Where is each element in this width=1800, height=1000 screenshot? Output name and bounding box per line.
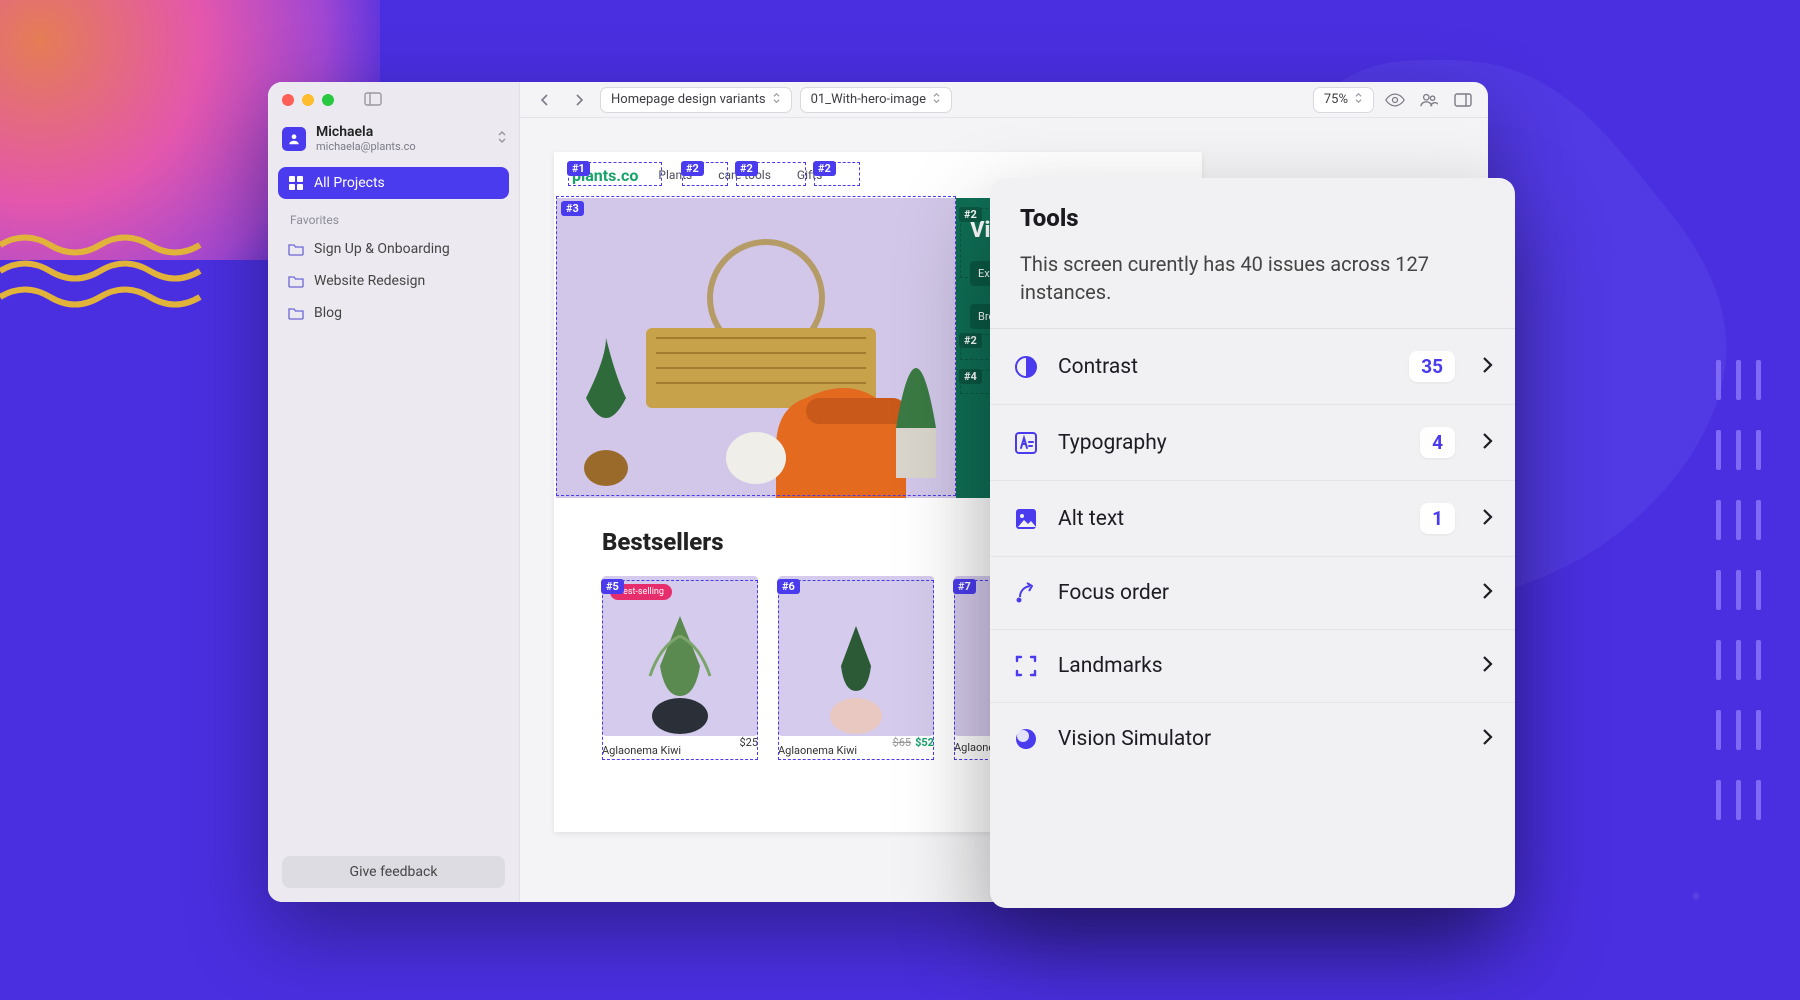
chevron-right-icon [1481,655,1493,677]
traffic-light-minimize[interactable] [302,94,314,106]
sidebar-item-label: Blog [314,305,342,321]
image-icon [1012,505,1040,533]
tools-title: Tools [1020,204,1485,232]
user-email: michaela@plants.co [316,140,416,153]
tool-label: Contrast [1058,355,1391,379]
sidebar: Michaela michaela@plants.co All Projects… [268,82,520,902]
folder-icon [288,241,304,257]
tool-row-contrast[interactable]: Contrast 35 [990,329,1515,405]
collaborators-icon[interactable] [1416,87,1442,113]
grid-icon [288,175,304,191]
tools-panel: Tools This screen curently has 40 issues… [990,178,1515,908]
annotation[interactable]: #6 [778,580,934,760]
preview-icon[interactable] [1382,87,1408,113]
sidebar-item-redesign[interactable]: Website Redesign [278,265,509,297]
favorites-heading: Favorites [278,199,509,233]
sidebar-item-label: Website Redesign [314,273,425,289]
toolbar: Homepage design variants 01_With-hero-im… [520,82,1488,118]
updown-icon [932,92,941,108]
panel-toggle-icon[interactable] [1450,87,1476,113]
zoom-control[interactable]: 75% [1313,87,1374,113]
feedback-button[interactable]: Give feedback [282,856,505,888]
titlebar [268,82,519,118]
annotation[interactable]: #2 [814,162,860,186]
nav-forward-button[interactable] [566,87,592,113]
tool-label: Focus order [1058,581,1455,605]
chevron-right-icon [1481,508,1493,530]
annotation[interactable]: #2 [736,162,806,186]
tools-subtitle: This screen curently has 40 issues acros… [1020,250,1485,306]
tool-count: 1 [1420,503,1455,534]
user-name: Michaela [316,124,416,140]
chevron-right-icon [1481,728,1493,750]
folder-icon [288,305,304,321]
sidebar-item-signup[interactable]: Sign Up & Onboarding [278,233,509,265]
chevron-right-icon [1481,432,1493,454]
breadcrumb-label: Homepage design variants [611,92,766,107]
tool-count: 4 [1420,427,1455,458]
breadcrumb-label: 01_With-hero-image [811,92,926,107]
tool-label: Landmarks [1058,654,1455,678]
chevron-right-icon [1481,582,1493,604]
chevron-right-icon [1481,356,1493,378]
focus-order-icon [1012,579,1040,607]
sidebar-item-label: Sign Up & Onboarding [314,241,450,257]
breadcrumb-project[interactable]: Homepage design variants [600,87,792,113]
annotation[interactable]: #2 [682,162,728,186]
updown-icon [1354,92,1363,108]
updown-icon [497,129,507,148]
tool-label: Alt text [1058,507,1402,531]
decoration-dashes [1710,360,1780,880]
tool-row-typography[interactable]: Typography 4 [990,405,1515,481]
typography-icon [1012,429,1040,457]
decoration-wiggle [0,225,220,345]
updown-icon [772,92,781,108]
vision-simulator-icon [1012,725,1040,753]
zoom-value: 75% [1324,92,1348,107]
tool-row-alttext[interactable]: Alt text 1 [990,481,1515,557]
folder-icon [288,273,304,289]
tool-row-focusorder[interactable]: Focus order [990,557,1515,630]
contrast-icon [1012,353,1040,381]
breadcrumb-screen[interactable]: 01_With-hero-image [800,87,952,113]
sidebar-item-blog[interactable]: Blog [278,297,509,329]
avatar [282,127,306,151]
landmarks-icon [1012,652,1040,680]
tools-list: Contrast 35 Typography 4 Alt text 1 Focu… [990,328,1515,775]
tool-row-landmarks[interactable]: Landmarks [990,630,1515,703]
sidebar-item-label: All Projects [314,175,385,191]
user-switcher[interactable]: Michaela michaela@plants.co [268,118,519,163]
tool-label: Typography [1058,431,1402,455]
sidebar-item-all-projects[interactable]: All Projects [278,167,509,199]
sidebar-toggle-icon[interactable] [364,91,382,110]
nav-back-button[interactable] [532,87,558,113]
tool-row-vision[interactable]: Vision Simulator [990,703,1515,775]
sidebar-nav: All Projects Favorites Sign Up & Onboard… [268,163,519,333]
tool-count: 35 [1409,351,1455,382]
traffic-light-zoom[interactable] [322,94,334,106]
annotation[interactable]: #3 [556,196,956,496]
annotation[interactable]: #1 [568,162,662,186]
annotation[interactable]: #5 [602,580,758,760]
tool-label: Vision Simulator [1058,727,1455,751]
traffic-light-close[interactable] [282,94,294,106]
